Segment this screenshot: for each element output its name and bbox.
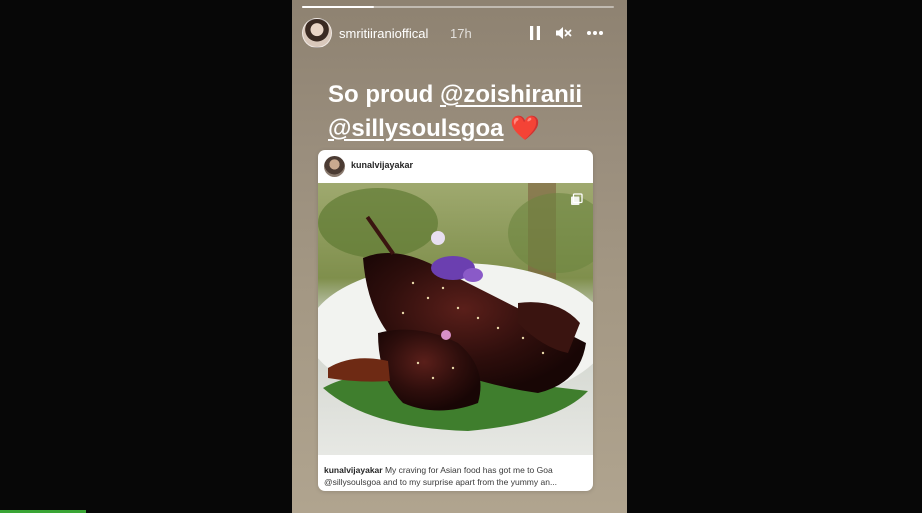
story-timestamp: 17h bbox=[450, 26, 472, 41]
post-avatar[interactable] bbox=[324, 156, 345, 177]
shared-post-card[interactable]: kunalvijayakar kunalvijayakar My craving… bbox=[318, 150, 593, 491]
avatar[interactable] bbox=[302, 18, 332, 48]
food-photo bbox=[318, 183, 593, 455]
mention-zoishiranii[interactable]: @zoishiranii bbox=[440, 81, 582, 108]
story-viewer[interactable]: smritiiranioffical 17h So proud @zoishir… bbox=[292, 0, 627, 513]
story-caption: So proud @zoishiranii @sillysoulsgoa ❤️ bbox=[328, 78, 618, 146]
multiple-images-icon bbox=[570, 193, 583, 211]
story-username[interactable]: smritiiranioffical bbox=[339, 26, 428, 41]
post-caption: kunalvijayakar My craving for Asian food… bbox=[324, 464, 587, 488]
muted-speaker-icon[interactable] bbox=[554, 24, 572, 42]
more-options-icon[interactable] bbox=[586, 24, 604, 42]
story-header: smritiiranioffical 17h bbox=[302, 18, 617, 50]
post-caption-username[interactable]: kunalvijayakar bbox=[324, 465, 383, 475]
mention-sillysoulsgoa[interactable]: @sillysoulsgoa bbox=[328, 115, 503, 142]
caption-text: So proud bbox=[328, 81, 440, 108]
post-image[interactable] bbox=[318, 183, 593, 455]
story-progress-fill bbox=[302, 6, 374, 8]
pause-icon[interactable] bbox=[526, 24, 544, 42]
story-progress-bar bbox=[302, 6, 614, 8]
post-header: kunalvijayakar bbox=[318, 150, 593, 183]
heart-emoji: ❤️ bbox=[510, 115, 541, 142]
post-username[interactable]: kunalvijayakar bbox=[351, 160, 413, 170]
